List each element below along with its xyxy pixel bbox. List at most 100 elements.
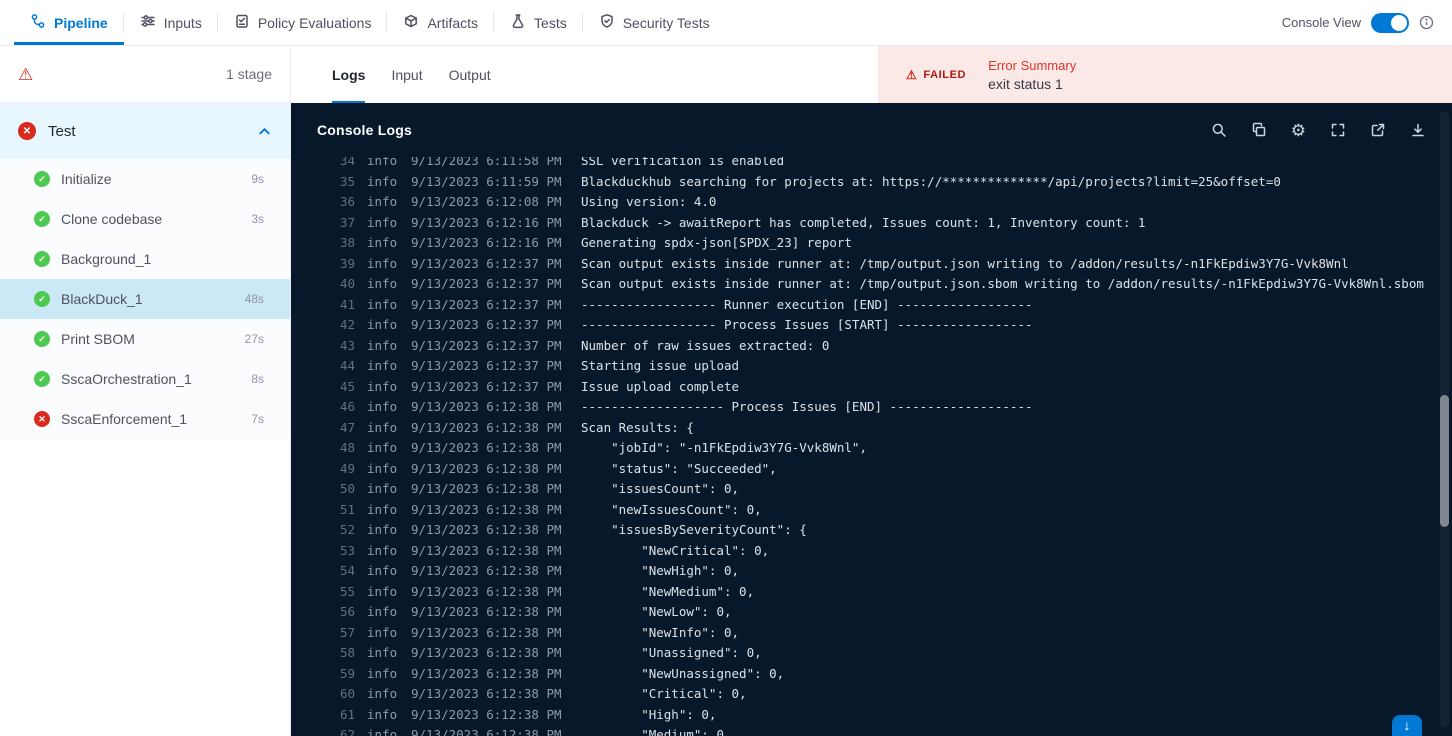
log-message: Scan output exists inside runner at: /tm… [581,255,1349,271]
log-line: 43 info 9/13/2023 6:12:37 PM Number of r… [291,336,1452,357]
log-line-number: 35 [339,173,355,189]
step-print-sbom[interactable]: ✓ Print SBOM 27s [0,319,290,359]
log-line: 34 info 9/13/2023 6:11:58 PM SSL verific… [291,157,1452,172]
log-line: 35 info 9/13/2023 6:11:59 PM Blackduckhu… [291,172,1452,193]
log-message: "Critical": 0, [581,686,747,701]
log-line-number: 49 [339,460,355,476]
log-timestamp: 9/13/2023 6:12:38 PM [411,501,562,517]
log-message: Blackduckhub searching for projects at: … [581,173,1281,189]
log-level: info [367,399,398,414]
execution-sidebar: ⚠ 1 stage ✕ Test ✓ Initialize 9s ✓ Clone… [0,46,291,736]
log-line-number: 59 [339,665,355,681]
log-line-number: 43 [339,337,355,353]
log-level: info [367,317,398,332]
log-line: 37 info 9/13/2023 6:12:16 PM Blackduck -… [291,213,1452,234]
failed-badge: ⚠ FAILED [906,69,966,81]
tab-input[interactable]: Input [391,46,422,103]
log-scroll-area[interactable]: 34 info 9/13/2023 6:11:58 PM SSL verific… [291,157,1452,736]
tab-policy-evaluations[interactable]: Policy Evaluations [218,0,388,45]
chevron-up-icon[interactable] [257,124,272,139]
step-clone-codebase[interactable]: ✓ Clone codebase 3s [0,199,290,239]
copy-icon[interactable] [1251,122,1267,138]
step-name: SscaEnforcement_1 [61,411,188,427]
log-level: info [367,440,398,455]
step-duration: 27s [244,332,264,346]
log-message: "jobId": "-n1FkEpdiw3Y7G-Vvk8Wnl", [581,440,867,455]
step-name: Initialize [61,171,112,187]
tab-logs[interactable]: Logs [332,46,366,103]
error-summary-panel: ⚠ FAILED Error Summary exit status 1 [878,46,1452,103]
success-icon: ✓ [34,211,50,227]
tab-security-tests[interactable]: Security Tests [583,0,726,45]
log-timestamp: 9/13/2023 6:11:59 PM [411,173,562,189]
log-timestamp: 9/13/2023 6:12:38 PM [411,604,562,619]
tab-tests[interactable]: Tests [494,0,583,45]
log-line-number: 55 [339,583,355,599]
step-ssca-orchestration-1[interactable]: ✓ SscaOrchestration_1 8s [0,359,290,399]
log-line: 44 info 9/13/2023 6:12:37 PM Starting is… [291,356,1452,377]
log-level: info [367,214,398,230]
log-timestamp: 9/13/2023 6:12:38 PM [411,727,562,736]
log-level: info [367,481,398,496]
settings-gear-icon[interactable]: ⚙ [1291,122,1306,139]
pipeline-warning-icon: ⚠ [18,64,34,84]
log-line: 41 info 9/13/2023 6:12:37 PM -----------… [291,295,1452,316]
log-level: info [367,419,398,435]
log-timestamp: 9/13/2023 6:12:16 PM [411,214,562,230]
top-nav-tabs: Pipeline Inputs Policy Evaluations Artif… [14,0,726,45]
tab-pipeline[interactable]: Pipeline [14,0,124,45]
log-line: 61 info 9/13/2023 6:12:38 PM "High": 0, [291,705,1452,726]
log-timestamp: 9/13/2023 6:12:38 PM [411,706,562,722]
step-name: BlackDuck_1 [61,291,143,307]
log-level: info [367,727,398,736]
sidebar-header: ⚠ 1 stage [0,46,290,103]
tab-output[interactable]: Output [449,46,491,103]
download-icon[interactable] [1410,122,1426,138]
info-icon[interactable] [1419,15,1434,30]
tab-artifacts[interactable]: Artifacts [387,0,494,45]
success-icon: ✓ [34,291,50,307]
tab-label: Input [391,66,423,83]
log-message: "issuesCount": 0, [581,481,740,496]
scroll-to-bottom-button[interactable]: ↓ [1392,715,1422,736]
step-initialize[interactable]: ✓ Initialize 9s [0,159,290,199]
success-icon: ✓ [34,331,50,347]
log-line-number: 36 [339,194,355,209]
log-message: "NewMedium": 0, [581,583,755,599]
step-name: Clone codebase [61,211,163,227]
fullscreen-icon[interactable] [1330,122,1346,138]
log-message: "High": 0, [581,706,717,722]
warning-icon: ⚠ [906,67,918,82]
console-view-toggle[interactable] [1371,12,1409,33]
log-level: info [367,665,398,681]
log-message: Starting issue upload [581,358,740,373]
step-name: SscaOrchestration_1 [61,371,192,387]
log-message: Blackduck -> awaitReport has completed, … [581,214,1146,230]
log-message: "NewUnassigned": 0, [581,665,785,681]
log-line: 62 info 9/13/2023 6:12:38 PM "Medium": 0… [291,725,1452,736]
log-level: info [367,296,398,312]
log-line-number: 39 [339,255,355,271]
log-timestamp: 9/13/2023 6:12:37 PM [411,255,562,271]
scrollbar-thumb[interactable] [1440,395,1449,527]
log-line-number: 45 [339,378,355,394]
detail-tabs: Logs Input Output [292,46,878,103]
log-line-number: 37 [339,214,355,230]
tab-inputs[interactable]: Inputs [124,0,218,45]
log-line-number: 46 [339,399,355,414]
log-message: "Medium": 0, [581,727,732,736]
log-timestamp: 9/13/2023 6:12:38 PM [411,542,562,558]
log-line-number: 56 [339,604,355,619]
stage-row-test[interactable]: ✕ Test [0,103,290,159]
tab-label: Security Tests [622,14,710,31]
open-in-new-icon[interactable] [1370,122,1386,138]
log-line: 50 info 9/13/2023 6:12:38 PM "issuesCoun… [291,479,1452,500]
step-background-1[interactable]: ✓ Background_1 [0,239,290,279]
search-icon[interactable] [1211,122,1227,138]
error-texts: Error Summary exit status 1 [988,58,1076,92]
log-message: "issuesBySeverityCount": { [581,522,807,537]
log-line: 59 info 9/13/2023 6:12:38 PM "NewUnassig… [291,664,1452,685]
step-ssca-enforcement-1[interactable]: ✕ SscaEnforcement_1 7s [0,399,290,439]
step-blackduck-1[interactable]: ✓ BlackDuck_1 48s [0,279,290,319]
log-level: info [367,501,398,517]
